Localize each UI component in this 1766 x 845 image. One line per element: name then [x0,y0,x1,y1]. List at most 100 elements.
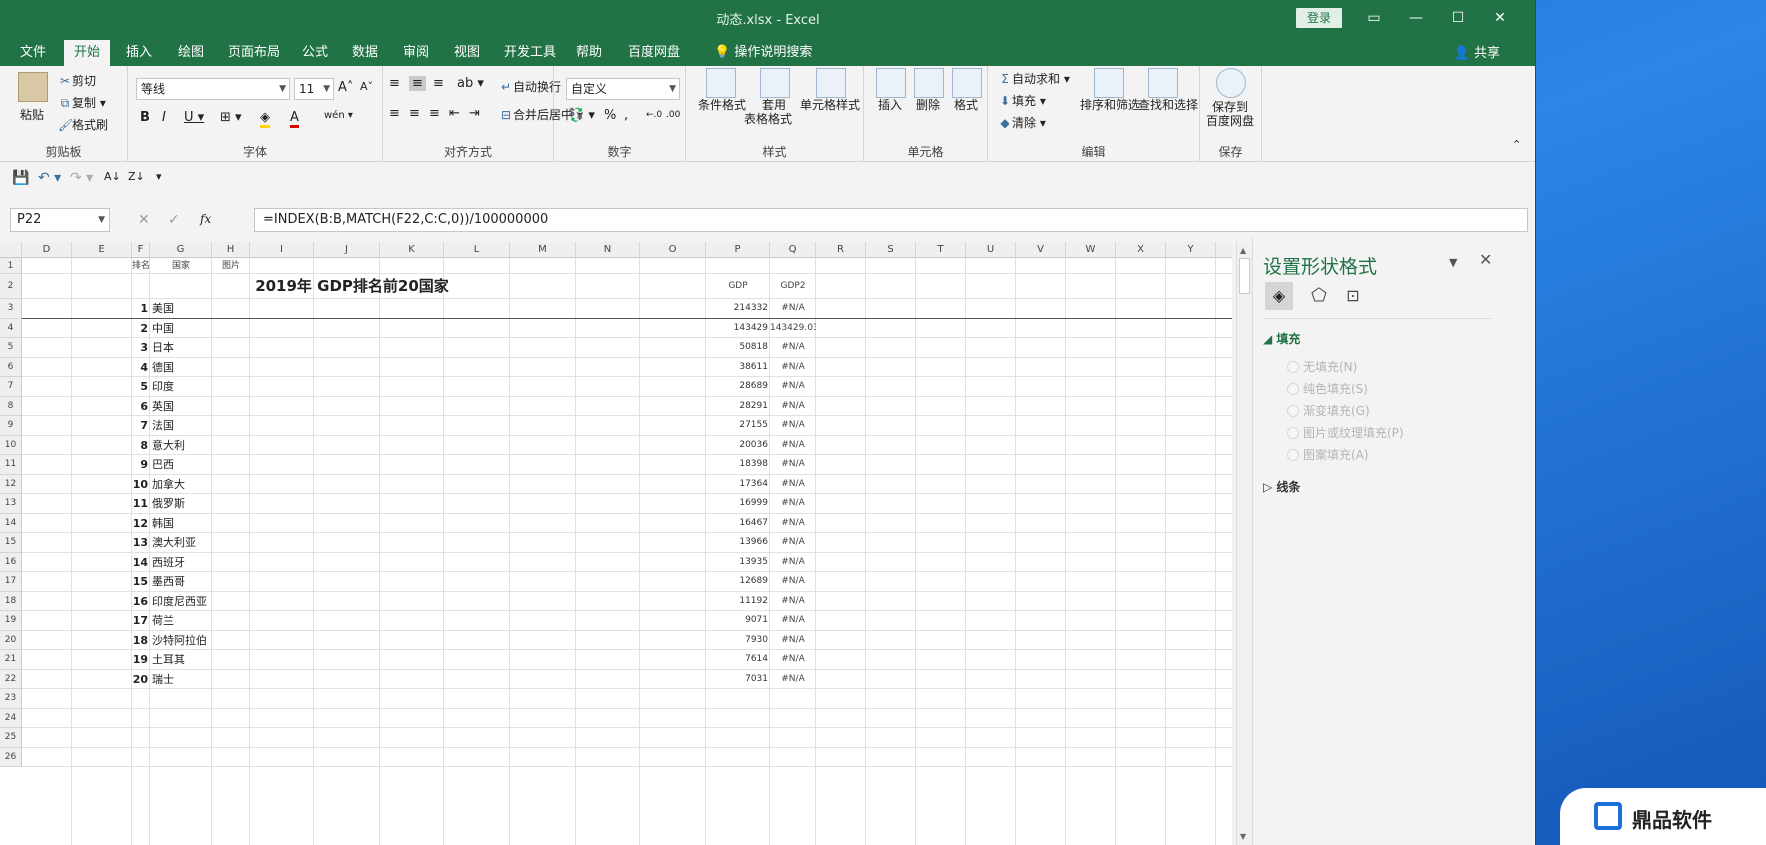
row-header[interactable]: 4 [0,318,22,338]
no-fill-radio[interactable]: 无填充(N) [1286,358,1357,375]
phonetic-icon[interactable]: wén ▾ [324,110,353,121]
rank-cell[interactable]: 7 [132,416,149,436]
italic-icon[interactable]: I [162,110,166,125]
insert-function-icon[interactable]: fx [200,212,211,226]
tab-baidu[interactable]: 百度网盘 [618,40,690,66]
enter-icon[interactable]: ✓ [168,212,180,228]
rank-cell[interactable]: 8 [132,436,149,456]
scroll-down-icon[interactable]: ▼ [1240,832,1246,841]
rank-cell[interactable]: 20 [132,670,149,690]
gdp2-cell[interactable]: #N/A [770,397,816,417]
gdp-cell[interactable]: 28689 [706,377,770,397]
gdp-header[interactable]: GDP [706,274,770,299]
row-header[interactable]: 23 [0,689,22,709]
orientation-icon[interactable]: ab ▾ [457,76,484,91]
tab-developer[interactable]: 开发工具 [494,40,566,66]
rank-header[interactable]: 排名 [132,258,150,274]
save-icon[interactable]: 💾 [12,170,29,186]
paste-button[interactable]: 粘贴 [20,106,44,123]
wrap-text-button[interactable]: ↵ 自动换行 [499,78,561,95]
undo-icon[interactable]: ↶ ▾ [38,170,61,186]
column-header[interactable]: D [22,242,72,258]
cancel-icon[interactable]: ✕ [138,212,150,228]
percent-icon[interactable]: % [604,108,616,123]
insert-cells-button[interactable]: 插入 [878,96,902,113]
format-cells-button[interactable]: 格式 [954,96,978,113]
country-cell[interactable]: 荷兰 [150,611,212,631]
gdp2-cell[interactable]: #N/A [770,299,816,319]
rank-cell[interactable]: 16 [132,592,149,612]
column-header[interactable]: H [212,242,250,258]
pane-close-icon[interactable]: ✕ [1479,250,1492,269]
format-painter-button[interactable]: 🖌格式刷 [58,116,108,133]
share-button[interactable]: 👤 共享 [1454,42,1500,61]
gdp2-cell[interactable]: #N/A [770,338,816,358]
rank-cell[interactable]: 5 [132,377,149,397]
clear-button[interactable]: ◆ 清除 ▾ [998,114,1045,131]
column-header[interactable]: G [150,242,212,258]
country-cell[interactable]: 法国 [150,416,212,436]
rank-cell[interactable]: 17 [132,611,149,631]
column-header[interactable]: U [966,242,1016,258]
redo-icon[interactable]: ↷ ▾ [70,170,93,186]
gdp-cell[interactable]: 16999 [706,494,770,514]
rank-cell[interactable]: 18 [132,631,149,651]
decrease-font-icon[interactable]: A˅ [360,80,373,93]
pattern-fill-radio[interactable]: 图案填充(A) [1287,446,1369,463]
tab-file[interactable]: 文件 [10,40,56,66]
column-header[interactable]: M [510,242,576,258]
country-cell[interactable]: 俄罗斯 [150,494,212,514]
column-header[interactable]: O [640,242,706,258]
country-cell[interactable]: 西班牙 [150,553,212,573]
vertical-scrollbar[interactable]: ▲ ▼ [1236,242,1252,845]
column-header[interactable]: V [1016,242,1066,258]
rank-cell[interactable]: 10 [132,475,149,495]
tab-data[interactable]: 数据 [342,40,388,66]
rank-cell[interactable]: 2 [132,319,149,339]
customize-qat-icon[interactable]: ▾ [156,170,162,183]
gdp-cell[interactable]: 38611 [706,358,770,378]
column-header[interactable]: X [1116,242,1166,258]
gdp-cell[interactable]: 7614 [706,650,770,670]
gdp-cell[interactable]: 20036 [706,436,770,456]
rank-cell[interactable]: 13 [132,533,149,553]
align-top-icon[interactable]: ≡ [389,76,400,91]
cut-button[interactable]: ✂ 剪切 [58,72,96,89]
delete-cells-button[interactable]: 删除 [916,96,940,113]
row-header[interactable]: 18 [0,591,22,611]
fill-color-icon[interactable]: ◈ [260,110,270,128]
column-header[interactable]: K [380,242,444,258]
gdp2-cell[interactable]: #N/A [770,611,816,631]
row-header[interactable]: 9 [0,416,22,436]
column-header[interactable]: I [250,242,314,258]
number-format-select[interactable]: 自定义 ▼ [566,78,680,100]
tab-page-layout[interactable]: 页面布局 [218,40,290,66]
country-header[interactable]: 国家 [150,258,212,274]
row-header[interactable]: 7 [0,377,22,397]
gdp-cell[interactable]: 50818 [706,338,770,358]
picture-fill-radio[interactable]: 图片或纹理填充(P) [1287,424,1404,441]
picture-header[interactable]: 图片 [212,258,250,274]
row-header[interactable]: 21 [0,650,22,670]
align-left-icon[interactable]: ≡ [389,106,400,121]
scroll-up-icon[interactable]: ▲ [1240,246,1246,255]
close-icon[interactable]: ✕ [1480,5,1520,31]
column-header[interactable]: L [444,242,510,258]
fill-line-icon[interactable]: ◈ [1265,282,1293,310]
font-color-icon[interactable]: A [290,110,299,128]
gdp2-cell[interactable]: #N/A [770,416,816,436]
fill-button[interactable]: ⬇ 填充 ▾ [998,92,1046,109]
gdp-cell[interactable]: 16467 [706,514,770,534]
gdp2-cell[interactable]: #N/A [770,631,816,651]
country-cell[interactable]: 瑞士 [150,670,212,690]
name-box[interactable]: P22 ▼ [10,208,110,232]
row-header[interactable]: 11 [0,455,22,475]
tab-review[interactable]: 审阅 [393,40,439,66]
column-header[interactable]: Q [770,242,816,258]
login-button[interactable]: 登录 [1296,8,1342,28]
column-header[interactable]: S [866,242,916,258]
column-header[interactable]: J [314,242,380,258]
row-header[interactable]: 22 [0,669,22,689]
row-header[interactable]: 16 [0,552,22,572]
row-header[interactable]: 2 [0,274,22,299]
